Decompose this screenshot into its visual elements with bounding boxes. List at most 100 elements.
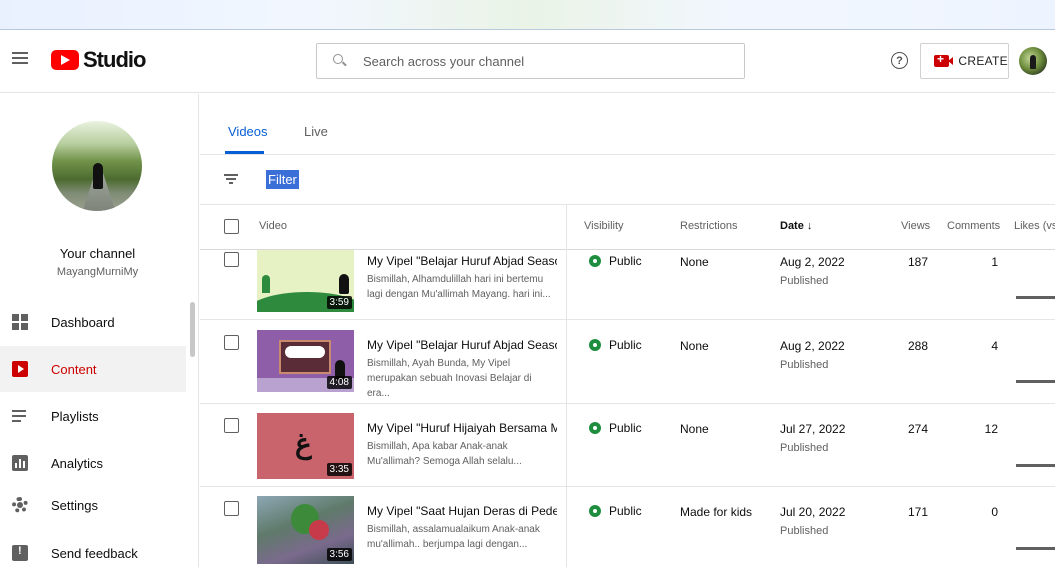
date-value: Jul 20, 2022 [780, 505, 846, 519]
video-title[interactable]: My Vipel "Saat Hujan Deras di Pedesa... [367, 504, 557, 518]
likes-bar [1016, 464, 1055, 467]
playlists-icon [12, 408, 28, 424]
row-checkbox[interactable] [224, 418, 239, 433]
video-thumbnail[interactable]: 3:59 [257, 250, 354, 312]
feedback-icon [12, 545, 28, 561]
help-icon[interactable]: ? [891, 52, 908, 69]
sidebar-item-settings[interactable]: Settings [0, 482, 186, 528]
comments-value[interactable]: 4 [970, 339, 998, 353]
sidebar-item-label: Dashboard [51, 314, 115, 330]
video-duration: 3:56 [326, 548, 352, 561]
date-value: Aug 2, 2022 [780, 339, 845, 353]
channel-avatar[interactable] [52, 121, 142, 211]
sidebar-scrollbar[interactable] [190, 302, 195, 357]
visibility-dropdown[interactable]: Public [589, 421, 642, 435]
hijaiyah-letter-art: غ [295, 427, 312, 460]
video-description-line: Bismillah, Ayah Bunda, My Vipel [367, 358, 511, 369]
account-avatar[interactable] [1019, 47, 1047, 75]
hamburger-menu-icon[interactable] [12, 52, 30, 66]
logo-text: Studio [83, 47, 146, 72]
youtube-play-icon [51, 50, 79, 70]
video-thumbnail[interactable]: غ 3:35 [257, 413, 354, 479]
sidebar-item-send-feedback[interactable]: Send feedback [0, 530, 186, 567]
date-status: Published [780, 525, 829, 537]
likes-bar [1016, 547, 1055, 550]
dashboard-icon [12, 314, 28, 330]
video-description-line: mu'allimah.. berjumpa lagi dengan... [367, 539, 528, 550]
sidebar-item-label: Playlists [51, 408, 99, 424]
video-duration: 4:08 [326, 376, 352, 389]
settings-icon [12, 497, 28, 513]
visibility-dropdown[interactable]: Public [589, 254, 642, 268]
video-duration: 3:35 [326, 463, 352, 476]
table-row[interactable]: 3:59 My Vipel "Belajar Huruf Abjad Seaso… [200, 237, 1055, 320]
visibility-dropdown[interactable]: Public [589, 338, 642, 352]
table-row[interactable]: 4:08 My Vipel "Belajar Huruf Abjad Seaso… [200, 321, 1055, 404]
public-eye-icon [589, 422, 601, 434]
browser-top-strip [0, 0, 1055, 30]
views-value: 171 [907, 505, 928, 519]
public-eye-icon [589, 505, 601, 517]
video-thumbnail[interactable]: 3:56 [257, 496, 354, 564]
video-title[interactable]: My Vipel "Belajar Huruf Abjad Season ... [367, 254, 557, 268]
row-checkbox[interactable] [224, 501, 239, 516]
table-row[interactable]: 3:56 My Vipel "Saat Hujan Deras di Pedes… [200, 487, 1055, 567]
column-header-visibility[interactable]: Visibility [584, 220, 624, 232]
visibility-dropdown[interactable]: Public [589, 504, 642, 518]
filter-icon[interactable] [224, 174, 238, 184]
comments-value[interactable]: 12 [970, 422, 998, 436]
filter-input[interactable]: Filter [266, 170, 299, 189]
date-status: Published [780, 359, 829, 371]
table-row[interactable]: غ 3:35 My Vipel "Huruf Hijaiyah Bersama … [200, 404, 1055, 487]
column-header-date[interactable]: Date ↓ [780, 220, 812, 232]
video-description-line: Mu'allimah? Semoga Allah selalu... [367, 456, 522, 467]
column-header-restrictions[interactable]: Restrictions [680, 220, 737, 232]
analytics-icon [12, 455, 28, 471]
video-description-line: lagi dengan Mu'allimah Mayang. hari ini.… [367, 289, 551, 300]
search-input[interactable] [363, 53, 723, 69]
likes-bar [1016, 296, 1055, 299]
date-value: Aug 2, 2022 [780, 255, 845, 269]
studio-logo[interactable]: Studio [51, 47, 146, 73]
views-value: 274 [907, 422, 928, 436]
column-header-likes[interactable]: Likes (vs [1014, 220, 1055, 232]
select-all-checkbox[interactable] [224, 219, 239, 234]
restrictions-value: Made for kids [680, 505, 753, 519]
tab-live[interactable]: Live [304, 124, 328, 139]
video-description-line: Bismillah, assalamualaikum Anak-anak [367, 524, 540, 535]
tab-videos[interactable]: Videos [228, 124, 268, 139]
comments-value[interactable]: 0 [970, 505, 998, 519]
create-video-icon [934, 52, 954, 67]
video-description-line: Bismillah, Alhamdulillah hari ini bertem… [367, 274, 544, 285]
date-status: Published [780, 442, 829, 454]
restrictions-value: None [680, 422, 709, 436]
sidebar-item-label: Send feedback [51, 545, 138, 561]
column-header-views[interactable]: Views [901, 220, 930, 232]
video-title[interactable]: My Vipel "Belajar Huruf Abjad Season ... [367, 338, 557, 352]
visibility-label: Public [609, 338, 642, 352]
video-title[interactable]: My Vipel "Huruf Hijaiyah Bersama Mu'... [367, 421, 557, 435]
video-description-line: Bismillah, Apa kabar Anak-anak [367, 441, 508, 452]
comments-value[interactable]: 1 [970, 255, 998, 269]
video-duration: 3:59 [326, 296, 352, 309]
views-value: 288 [907, 339, 928, 353]
date-status: Published [780, 275, 829, 287]
column-header-comments[interactable]: Comments [947, 220, 1000, 232]
sidebar-item-analytics[interactable]: Analytics [0, 440, 186, 486]
visibility-label: Public [609, 254, 642, 268]
sidebar-item-dashboard[interactable]: Dashboard [0, 299, 186, 345]
sidebar-item-content[interactable]: Content [0, 346, 186, 392]
search-box[interactable] [316, 43, 745, 79]
video-thumbnail[interactable]: 4:08 [257, 330, 354, 392]
public-eye-icon [589, 255, 601, 267]
row-checkbox[interactable] [224, 252, 239, 267]
restrictions-value: None [680, 339, 709, 353]
sidebar-item-label: Analytics [51, 455, 104, 471]
top-header: Studio ? CREATE [0, 30, 1055, 93]
channel-handle: MayangMurniMy [56, 266, 139, 278]
row-checkbox[interactable] [224, 335, 239, 350]
visibility-label: Public [609, 504, 642, 518]
sidebar-item-playlists[interactable]: Playlists [0, 393, 186, 439]
tabs-divider [200, 154, 1055, 155]
create-button[interactable]: CREATE [920, 43, 1009, 79]
